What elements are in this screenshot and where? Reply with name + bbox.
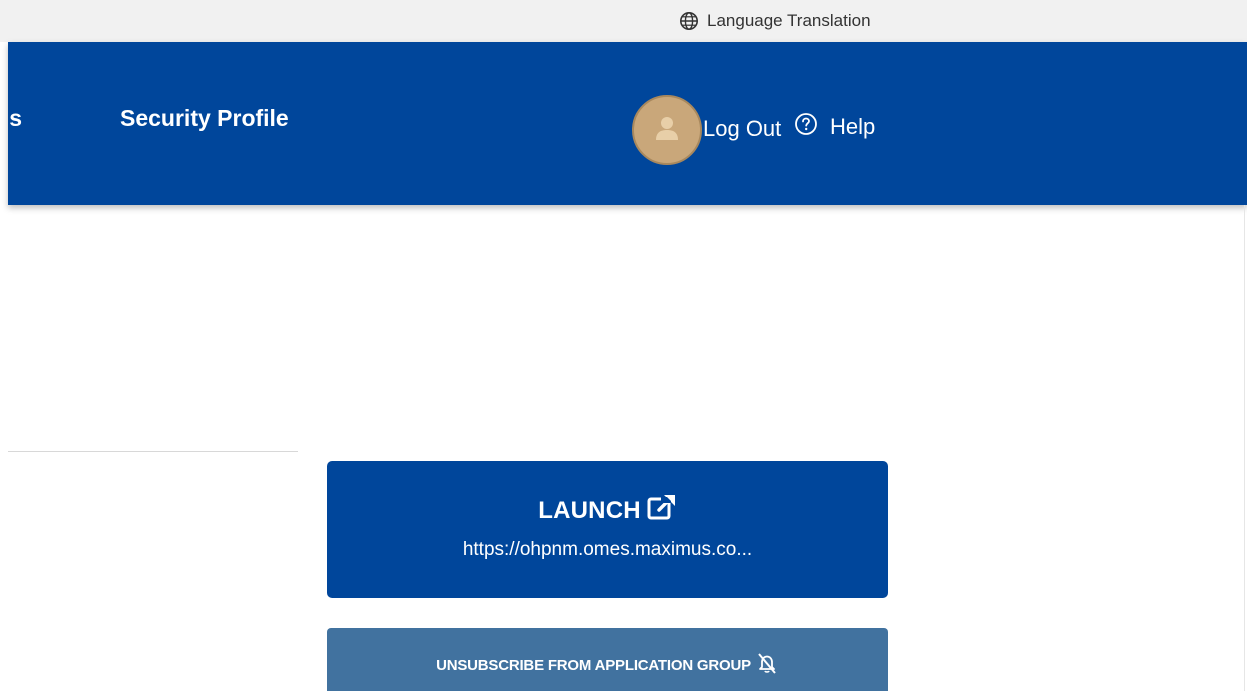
page: Language Translation s Security Profile … [0, 0, 1247, 691]
globe-icon [679, 11, 699, 31]
log-out-link[interactable]: Log Out [703, 116, 781, 142]
content-edge-line [1244, 205, 1245, 691]
launch-url: https://ohpnm.omes.maximus.co... [462, 539, 753, 560]
launch-title-row: LAUNCH [327, 493, 888, 528]
user-icon [653, 114, 681, 147]
launch-button[interactable]: LAUNCH https://ohpnm.omes.maximus.co... [327, 461, 888, 598]
launch-label: LAUNCH [538, 496, 641, 524]
main-header: s Security Profile Log Out Help [8, 42, 1247, 205]
nav-item-security-profile[interactable]: Security Profile [120, 105, 289, 132]
external-link-icon [647, 493, 677, 528]
unsubscribe-button[interactable]: UNSUBSCRIBE FROM APPLICATION GROUP [327, 628, 888, 691]
unsubscribe-label-row: UNSUBSCRIBE FROM APPLICATION GROUP [327, 652, 888, 678]
language-translation-label: Language Translation [707, 11, 871, 30]
section-divider [8, 451, 298, 452]
help-link[interactable]: Help [794, 112, 875, 142]
nav-item-partial[interactable]: s [8, 105, 22, 132]
top-utility-bar: Language Translation [0, 0, 1247, 42]
user-menu: Log Out Help [632, 94, 875, 166]
unsubscribe-label: UNSUBSCRIBE FROM APPLICATION GROUP [436, 656, 751, 674]
question-circle-icon [794, 112, 818, 142]
avatar[interactable] [632, 95, 702, 165]
bell-slash-icon [755, 652, 779, 678]
language-translation-link[interactable]: Language Translation [679, 11, 871, 31]
help-label: Help [830, 114, 876, 139]
